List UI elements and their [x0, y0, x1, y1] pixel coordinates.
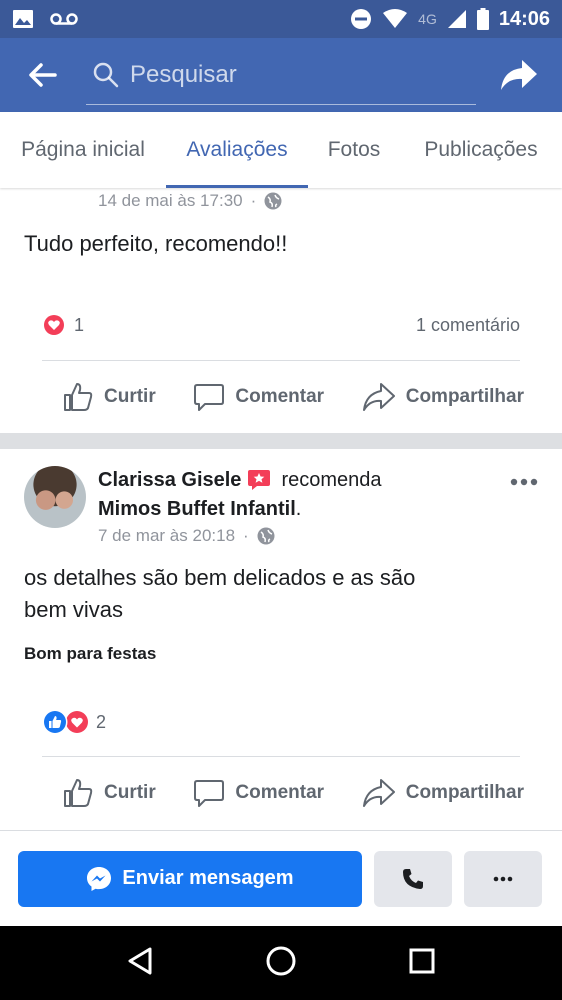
- triangle-back-icon: [128, 947, 152, 974]
- system-navigation-bar: [0, 926, 562, 1000]
- share-button[interactable]: Compartilhar: [362, 777, 524, 809]
- share-icon: [362, 383, 395, 411]
- square-recents-icon: [409, 948, 435, 973]
- review-post: Clarissa Gisele recomenda Mimos Buffet I…: [0, 449, 562, 829]
- tab-home-label: Página inicial: [21, 138, 145, 161]
- thumbs-up-icon: [64, 779, 93, 807]
- meta-separator: ·: [250, 191, 257, 210]
- like-button[interactable]: Curtir: [62, 777, 156, 809]
- like-reaction-icon: [42, 709, 68, 735]
- post-text-line: os detalhes são bem delicados e as são: [24, 565, 416, 590]
- gallery-notification-icon: [12, 9, 34, 29]
- comment-label: Comentar: [235, 782, 325, 803]
- search-icon: [93, 62, 119, 87]
- clock-time: 14:06: [498, 7, 550, 30]
- globe-icon: [257, 527, 275, 545]
- period: .: [295, 498, 302, 520]
- globe-icon: [264, 192, 282, 210]
- post-meta: 7 de mar às 20:18 ·: [98, 526, 538, 546]
- phone-icon: [403, 868, 423, 889]
- wifi-icon: [382, 9, 408, 29]
- post-actions: Curtir Comentar Compartilhar: [24, 757, 538, 829]
- share-label: Compartilhar: [405, 386, 524, 407]
- share-button[interactable]: Compartilhar: [362, 381, 524, 413]
- recommend-star-icon: [247, 469, 271, 491]
- tab-photos[interactable]: Fotos: [308, 112, 400, 188]
- send-message-button[interactable]: Enviar mensagem: [18, 850, 362, 907]
- recommendation-tag: Bom para festas: [24, 644, 157, 663]
- comment-bubble-icon: [194, 384, 225, 411]
- search-input[interactable]: [120, 60, 460, 89]
- back-arrow-icon: [29, 63, 57, 87]
- review-post: 14 de mai às 17:30 · Tudo perfeito, reco…: [0, 188, 562, 433]
- tab-home[interactable]: Página inicial: [0, 112, 166, 188]
- tab-posts[interactable]: Publicações: [400, 112, 562, 188]
- reactions-row[interactable]: 2: [24, 708, 538, 736]
- post-text-line: bem vivas: [24, 597, 124, 622]
- back-button[interactable]: [0, 38, 86, 112]
- circle-home-icon: [266, 946, 296, 975]
- share-label: Compartilhar: [405, 782, 524, 803]
- thumbs-up-icon: [64, 383, 93, 411]
- tab-reviews[interactable]: Avaliações: [166, 112, 308, 188]
- messenger-icon: [87, 866, 112, 891]
- more-dots-icon: [510, 478, 538, 486]
- reaction-count: 1: [74, 314, 85, 335]
- send-message-label: Enviar mensagem: [122, 867, 294, 889]
- bottom-action-bar: Enviar mensagem: [0, 830, 562, 926]
- nav-back-button[interactable]: [126, 946, 154, 981]
- reviews-feed[interactable]: 14 de mai às 17:30 · Tudo perfeito, reco…: [0, 188, 562, 830]
- post-actions: Curtir Comentar Compartilhar: [24, 361, 538, 433]
- author-name[interactable]: Clarissa Gisele: [98, 466, 241, 494]
- post-timestamp[interactable]: 14 de mai às 17:30: [98, 191, 243, 211]
- signal-icon: [447, 9, 467, 29]
- nav-recents-button[interactable]: [408, 947, 436, 980]
- search-bar[interactable]: [86, 45, 476, 105]
- comment-button[interactable]: Comentar: [193, 777, 324, 809]
- like-label: Curtir: [104, 386, 156, 407]
- share-arrow-icon: [501, 60, 537, 90]
- app-header: [0, 38, 562, 112]
- voicemail-icon: [50, 12, 78, 26]
- recommend-verb: recomenda: [281, 469, 382, 491]
- comment-count[interactable]: 1 comentário: [416, 315, 520, 336]
- status-bar: 4G 14:06: [0, 0, 562, 38]
- tab-photos-label: Fotos: [327, 138, 381, 161]
- reaction-count: 2: [96, 711, 107, 732]
- avatar[interactable]: [24, 466, 86, 528]
- comment-button[interactable]: Comentar: [193, 381, 324, 413]
- post-timestamp[interactable]: 7 de mar às 20:18: [98, 526, 235, 546]
- share-page-button[interactable]: [476, 38, 562, 112]
- post-text: os detalhes são bem delicados e as são b…: [24, 562, 538, 626]
- tab-reviews-label: Avaliações: [186, 138, 288, 161]
- reactions-row[interactable]: 1 1 comentário: [24, 312, 538, 338]
- do-not-disturb-icon: [350, 8, 372, 30]
- love-reaction-icon: [42, 313, 66, 337]
- tab-posts-label: Publicações: [424, 138, 538, 161]
- comment-label: Comentar: [235, 386, 325, 407]
- post-header: Clarissa Gisele recomenda Mimos Buffet I…: [24, 449, 538, 546]
- network-type-label: 4G: [418, 11, 437, 27]
- nav-home-button[interactable]: [265, 945, 297, 982]
- like-label: Curtir: [104, 782, 156, 803]
- meta-separator: ·: [243, 526, 249, 545]
- comment-bubble-icon: [194, 780, 225, 807]
- more-dots-icon: [493, 876, 513, 881]
- call-button[interactable]: [374, 850, 452, 907]
- like-button[interactable]: Curtir: [62, 381, 156, 413]
- recommended-page-link[interactable]: Mimos Buffet Infantil: [98, 498, 296, 520]
- post-separator: [0, 433, 562, 449]
- post-options-button[interactable]: [510, 466, 538, 494]
- battery-icon: [476, 8, 489, 30]
- share-icon: [362, 779, 395, 807]
- more-options-button[interactable]: [464, 850, 542, 907]
- post-meta: 14 de mai às 17:30 ·: [24, 188, 538, 214]
- page-tabs: Página inicial Avaliações Fotos Publicaç…: [0, 112, 562, 188]
- post-text: Tudo perfeito, recomendo!!: [24, 231, 288, 256]
